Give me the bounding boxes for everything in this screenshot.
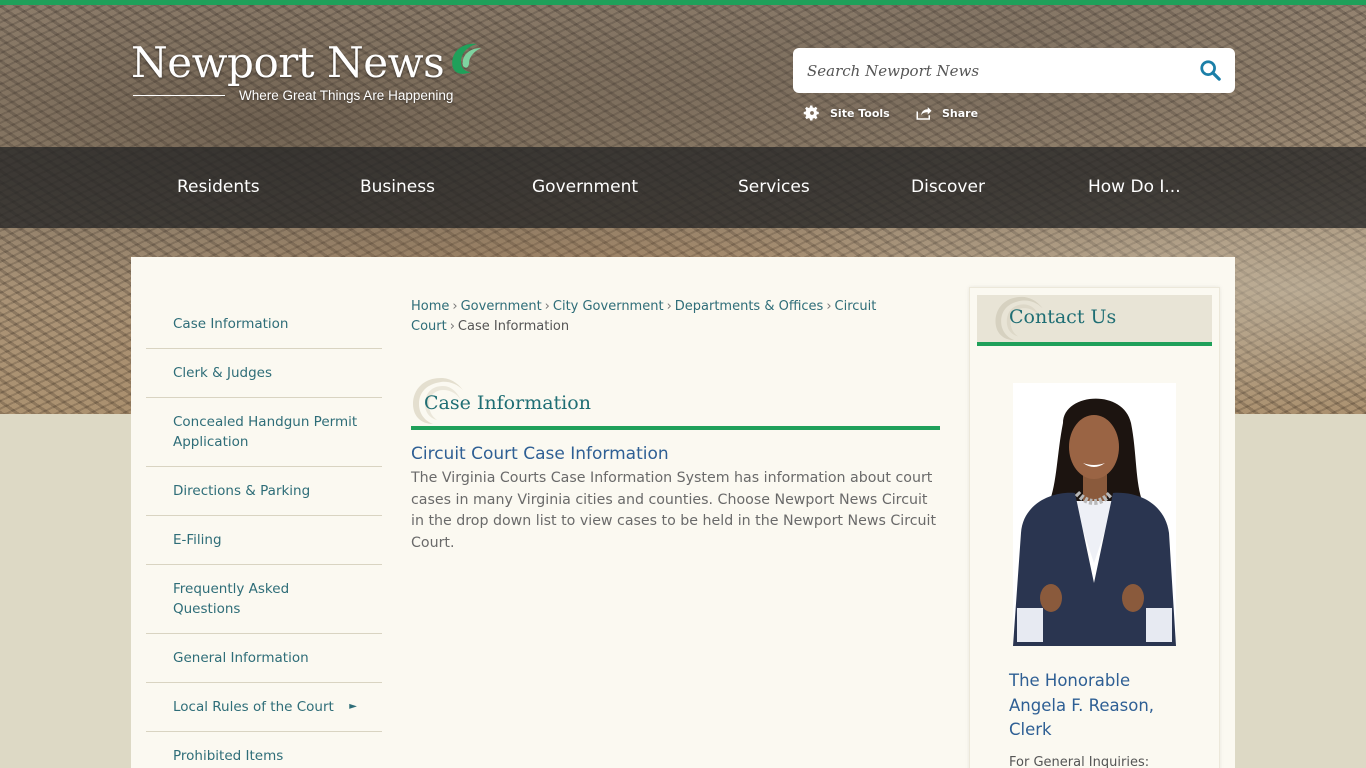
nav-item-how-do-i[interactable]: How Do I... [1088,147,1181,228]
search-box [793,48,1235,93]
sidebar-item-label: E-Filing [173,532,222,548]
sidebar-item-label: Frequently Asked Questions [173,581,290,617]
nav-item-services[interactable]: Services [738,147,810,228]
sidebar-item-concealed-handgun[interactable]: Concealed Handgun Permit Application [146,398,382,467]
sidebar-item-e-filing[interactable]: E-Filing [146,516,382,565]
sidebar-item-label: Directions & Parking [173,483,311,499]
contact-title: Contact Us [1009,306,1117,328]
clerk-name-link[interactable]: The Honorable Angela F. Reason, Clerk [1009,669,1189,743]
breadcrumb-current: Case Information [457,319,570,334]
main-navigation: Residents Business Government Services D… [0,147,1366,228]
logo-wordmark: Newport News [131,38,445,87]
sidebar-item-label: Prohibited Items [173,748,284,764]
nav-item-business[interactable]: Business [360,147,435,228]
breadcrumb-government[interactable]: Government [461,299,542,314]
share-icon [916,107,932,120]
nav-item-residents[interactable]: Residents [177,147,260,228]
sidebar-item-local-rules[interactable]: Local Rules of the Court ► [146,683,382,732]
site-logo[interactable]: Newport News Where Great Things Are Happ… [131,38,491,110]
site-tools-label: Site Tools [830,106,890,120]
logo-tagline: Where Great Things Are Happening [239,88,454,103]
search-icon[interactable] [1199,59,1221,81]
section-title: Case Information [424,392,591,414]
sidebar-item-case-information[interactable]: Case Information [146,300,382,349]
sidebar-item-clerk-judges[interactable]: Clerk & Judges [146,349,382,398]
share-button[interactable]: Share [915,103,978,123]
contact-header: Contact Us [977,295,1212,346]
breadcrumb-home[interactable]: Home [411,299,449,314]
sidebar-item-label: Case Information [173,316,289,332]
gear-icon [803,105,819,121]
sidebar-item-general-information[interactable]: General Information [146,634,382,683]
nav-item-government[interactable]: Government [532,147,638,228]
breadcrumb-departments-offices[interactable]: Departments & Offices [675,299,824,314]
sidebar-item-label: Concealed Handgun Permit Application [173,414,358,450]
clerk-photo [1013,383,1176,646]
section-header: Case Information [411,376,940,430]
article-body: The Virginia Courts Case Information Sys… [411,470,937,551]
top-accent-strip [0,0,1366,5]
submenu-arrow-icon[interactable]: ► [349,697,357,717]
sidebar-item-label: General Information [173,650,309,666]
sidebar-item-label: Clerk & Judges [173,365,272,381]
breadcrumb-city-government[interactable]: City Government [553,299,664,314]
sidebar-item-faq[interactable]: Frequently Asked Questions [146,565,382,634]
nav-item-discover[interactable]: Discover [911,147,985,228]
sidebar-item-directions-parking[interactable]: Directions & Parking [146,467,382,516]
article-title-link[interactable]: Circuit Court Case Information [411,444,669,464]
sidebar-item-label: Local Rules of the Court [173,699,334,715]
general-inquiries-label: For General Inquiries: [1009,755,1150,768]
breadcrumb: Home › Government › City Government › Departme… [411,299,877,334]
logo-swirl-icon [452,43,481,74]
share-label: Share [942,106,979,120]
site-tools-button[interactable]: Site Tools [803,103,890,123]
sidebar-item-prohibited-items[interactable]: Prohibited Items [146,732,382,768]
search-input[interactable] [807,48,1187,93]
logo-rule [133,95,225,96]
sidebar-menu: Case Information Clerk & Judges Conceale… [146,300,382,768]
